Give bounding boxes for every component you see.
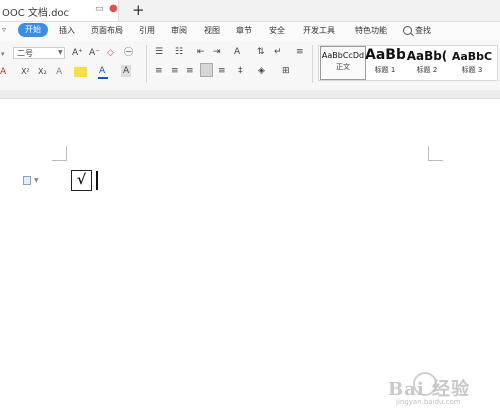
ruler-strip [0, 90, 500, 99]
search-icon[interactable] [403, 26, 412, 35]
chevron-down-icon[interactable]: ▼ [58, 49, 63, 56]
tab-page-layout[interactable]: 页面布局 [91, 25, 123, 36]
numbered-list-icon[interactable]: ☷ [175, 46, 183, 58]
style-heading-3[interactable]: AaBbC 标题 3 [449, 46, 495, 78]
watermark-url: jingyan.baidu.com [396, 398, 461, 406]
page-margin-corner [52, 146, 67, 161]
monitor-icon[interactable]: ▭ [95, 4, 105, 14]
style-label: 标题 2 [416, 66, 438, 74]
clear-format-button[interactable]: ◇ [107, 47, 114, 59]
line-spacing-icon[interactable]: ≡ [296, 46, 304, 58]
style-label: 标题 3 [461, 66, 483, 74]
style-label: 标题 1 [374, 66, 396, 74]
tab-insert[interactable]: 插入 [59, 25, 75, 36]
tab-chapter[interactable]: 章节 [236, 25, 252, 36]
style-normal[interactable]: AaBbCcDd 正文 [320, 46, 366, 80]
tab-security[interactable]: 安全 [269, 25, 285, 36]
style-sample: AaBbCcDd [321, 51, 365, 60]
toolbar-separator [146, 45, 147, 83]
text-cursor [96, 171, 98, 190]
tab-view[interactable]: 视图 [204, 25, 220, 36]
align-left-icon[interactable]: ≡ [155, 65, 163, 77]
font-name-dropdown-icon[interactable]: ▾ [1, 48, 5, 60]
shrink-font-button[interactable]: A⁻ [89, 47, 100, 59]
style-sample: AaBb [365, 47, 405, 63]
strikethrough-icon[interactable]: A [0, 66, 6, 78]
tab-start[interactable]: 开始 [18, 23, 48, 37]
grow-font-button[interactable]: A⁺ [72, 47, 83, 59]
search-label[interactable]: 查找 [415, 25, 431, 36]
font-color-bar [98, 77, 108, 79]
new-tab-button[interactable]: + [132, 1, 146, 19]
superscript-button[interactable]: X² [21, 66, 30, 78]
toolbar-separator [312, 45, 313, 83]
distribute-icon[interactable]: ≡ [218, 65, 226, 77]
paragraph-marker-icon[interactable] [23, 176, 31, 185]
borders-icon[interactable]: ⊞ [282, 65, 290, 77]
highlight-icon[interactable] [74, 67, 87, 77]
paragraph-spacing-icon[interactable]: ‡ [238, 65, 243, 77]
page-margin-corner [428, 146, 443, 161]
pinyin-icon[interactable]: ㊀ [124, 47, 133, 59]
tab-special-features[interactable]: 特色功能 [355, 25, 387, 36]
style-sample: AaBbC [451, 50, 493, 63]
style-heading-2[interactable]: AaBb( 标题 2 [406, 46, 448, 78]
subscript-button[interactable]: X₂ [38, 66, 47, 78]
menu-collapse-icon[interactable]: ▿ [2, 25, 6, 34]
chevron-down-icon[interactable]: ▼ [34, 177, 39, 184]
show-marks-icon[interactable]: ↵ [274, 46, 282, 58]
font-color-button[interactable]: A [99, 65, 105, 77]
style-heading-1[interactable]: AaBb 标题 1 [365, 46, 405, 78]
style-sample: AaBb( [406, 49, 448, 63]
checked-box-character: √ [71, 170, 92, 191]
shading-icon[interactable]: ◈ [258, 65, 265, 77]
justify-icon[interactable] [200, 63, 213, 77]
tab-developer[interactable]: 开发工具 [303, 25, 335, 36]
sort-icon[interactable]: ⇅ [257, 46, 265, 58]
char-shading-button[interactable]: A [121, 65, 132, 77]
decrease-indent-icon[interactable]: ⇤ [197, 46, 205, 58]
style-label: 正文 [336, 63, 350, 71]
tab-references[interactable]: 引用 [139, 25, 155, 36]
align-center-icon[interactable]: ≡ [171, 65, 179, 77]
increase-indent-icon[interactable]: ⇥ [213, 46, 221, 58]
document-tab-title: OOC 文档.doc [2, 8, 70, 19]
align-right-icon[interactable]: ≡ [186, 65, 194, 77]
text-direction-icon[interactable]: A [234, 46, 240, 58]
bullet-list-icon[interactable]: ☰ [155, 46, 163, 58]
tab-review[interactable]: 审阅 [171, 25, 187, 36]
close-tab-icon[interactable]: ● [109, 3, 118, 15]
text-effect-icon[interactable]: A [56, 66, 62, 78]
